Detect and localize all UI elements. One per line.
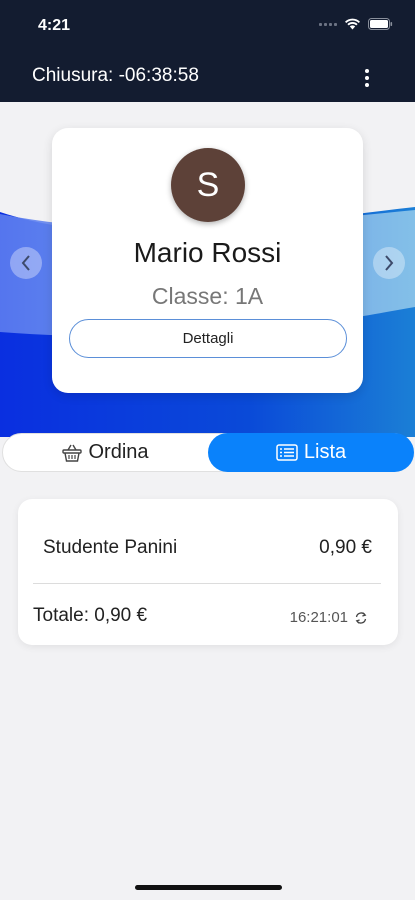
avatar: S — [171, 148, 245, 222]
app-bar: Chiusura: -06:38:58 — [0, 52, 415, 102]
tab-lista-label: Lista — [303, 441, 347, 463]
status-bar: 4:21 — [0, 0, 415, 52]
tab-lista[interactable]: Lista — [208, 433, 414, 472]
last-update-time: 16:21:01 — [289, 609, 348, 626]
previous-student-button[interactable] — [10, 247, 42, 279]
student-name: Mario Rossi — [133, 237, 282, 268]
chevron-left-icon — [21, 255, 30, 271]
wifi-icon — [345, 18, 360, 30]
chevron-right-icon — [385, 255, 394, 271]
order-item-price: 0,90 € — [319, 537, 372, 558]
more-menu-icon[interactable] — [357, 66, 377, 90]
tab-ordina-label: Ordina — [88, 441, 149, 463]
last-update[interactable]: 16:21:01 — [290, 609, 368, 626]
tab-ordina[interactable]: Ordina — [3, 433, 208, 472]
list-icon — [276, 444, 298, 461]
divider — [33, 583, 381, 584]
order-item-name: Studente Panini — [43, 537, 178, 558]
signal-icon — [319, 22, 337, 26]
student-class: Classe: 1A — [151, 283, 264, 309]
order-total: Totale: 0,90 € — [33, 605, 148, 626]
view-toggle: Ordina Lista — [2, 433, 414, 472]
student-card: S Mario Rossi Classe: 1A Dettagli — [52, 128, 363, 393]
order-list-card: Studente Panini 0,90 € Totale: 0,90 € 16… — [18, 499, 398, 645]
battery-icon — [368, 18, 393, 30]
home-indicator — [135, 885, 282, 890]
status-time: 4:21 — [38, 17, 71, 34]
next-student-button[interactable] — [373, 247, 405, 279]
basket-icon — [62, 444, 83, 462]
refresh-icon[interactable] — [354, 611, 368, 625]
details-button[interactable]: Dettagli — [69, 319, 347, 358]
status-icons — [319, 18, 393, 30]
closing-countdown: Chiusura: -06:38:58 — [32, 65, 199, 86]
